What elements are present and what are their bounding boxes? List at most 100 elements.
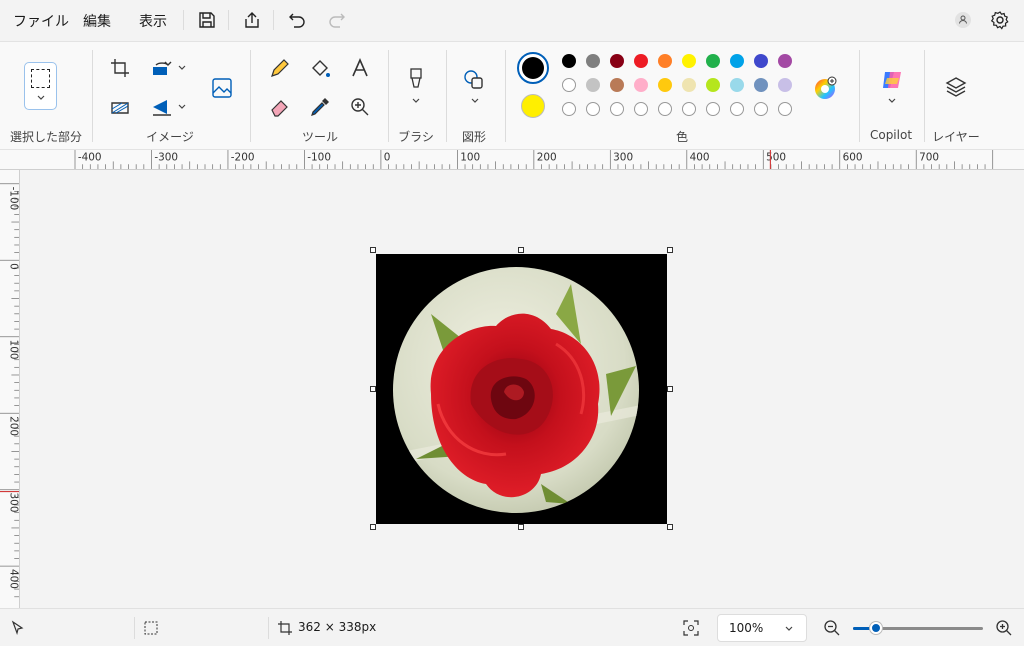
shapes-icon[interactable] <box>462 68 486 92</box>
magnifier-icon[interactable] <box>348 95 372 119</box>
color-swatch[interactable] <box>754 54 768 68</box>
color-swatch[interactable] <box>730 54 744 68</box>
color-swatch[interactable] <box>754 78 768 92</box>
resize-handle[interactable] <box>667 386 673 392</box>
chevron-down-icon <box>785 626 793 631</box>
resize-icon[interactable] <box>108 95 132 119</box>
zoom-out-icon[interactable] <box>823 619 841 637</box>
color-swatch[interactable] <box>610 78 624 92</box>
canvas-size-icon <box>278 621 292 635</box>
zoom-select[interactable]: 100% <box>717 614 807 642</box>
custom-color-slot[interactable] <box>610 102 624 116</box>
redo-icon[interactable] <box>327 10 347 30</box>
selection-size-icon <box>144 621 158 635</box>
color-swatch[interactable] <box>682 78 696 92</box>
undo-icon[interactable] <box>287 10 307 30</box>
resize-handle[interactable] <box>667 247 673 253</box>
group-label-tools: ツール <box>301 130 338 144</box>
custom-color-slot[interactable] <box>562 102 576 116</box>
color-swatch[interactable] <box>730 78 744 92</box>
resize-handle[interactable] <box>370 386 376 392</box>
selection-button[interactable] <box>24 62 57 110</box>
custom-color-slot[interactable] <box>658 102 672 116</box>
zoom-in-icon[interactable] <box>995 619 1013 637</box>
crop-icon[interactable] <box>108 56 132 80</box>
edit-colors-icon[interactable] <box>813 76 837 100</box>
zoom-slider[interactable] <box>853 622 983 634</box>
pencil-icon[interactable] <box>268 56 292 80</box>
primary-color-swatch <box>522 57 544 79</box>
custom-color-slot[interactable] <box>634 102 648 116</box>
custom-color-slot[interactable] <box>730 102 744 116</box>
color-swatch[interactable] <box>610 54 624 68</box>
divider <box>859 50 860 142</box>
color-swatch[interactable] <box>682 54 696 68</box>
rotate-icon[interactable] <box>150 56 174 80</box>
chevron-down-icon[interactable] <box>887 97 897 105</box>
color-swatch[interactable] <box>706 78 720 92</box>
color-swatch[interactable] <box>562 78 576 92</box>
custom-color-slot[interactable] <box>586 102 600 116</box>
zoom-slider-thumb[interactable] <box>870 622 883 634</box>
divider <box>388 50 389 142</box>
color-swatch[interactable] <box>634 54 648 68</box>
chevron-down-icon[interactable] <box>470 97 480 105</box>
color-swatch[interactable] <box>634 78 648 92</box>
divider <box>183 10 184 30</box>
ruler-label: 300 <box>7 493 19 513</box>
status-bar: 362 × 338px 100% <box>0 608 1024 646</box>
fill-bucket-icon[interactable] <box>308 56 332 80</box>
color-picker-icon[interactable] <box>308 95 332 119</box>
color-swatch[interactable] <box>586 78 600 92</box>
chevron-down-icon[interactable] <box>411 97 421 105</box>
layers-icon[interactable] <box>944 75 968 99</box>
divider <box>134 617 135 639</box>
color-swatch[interactable] <box>586 54 600 68</box>
brush-icon[interactable] <box>404 66 428 90</box>
resize-handle[interactable] <box>370 247 376 253</box>
color-swatch[interactable] <box>562 54 576 68</box>
save-icon[interactable] <box>197 10 217 30</box>
group-label-image: イメージ <box>146 130 194 144</box>
color-swatch[interactable] <box>706 54 720 68</box>
resize-handle[interactable] <box>370 524 376 530</box>
primary-color-ring[interactable] <box>517 52 549 84</box>
ruler-label: 600 <box>843 151 863 163</box>
image-canvas[interactable] <box>376 254 667 524</box>
color-swatch[interactable] <box>658 54 672 68</box>
copilot-icon[interactable] <box>880 68 904 92</box>
cursor-position-icon <box>11 620 24 636</box>
ruler-label: -400 <box>78 151 102 163</box>
menu-edit[interactable]: 編集 <box>83 11 111 31</box>
ruler-label: 200 <box>7 416 19 436</box>
settings-icon[interactable] <box>990 10 1010 30</box>
menu-view[interactable]: 表示 <box>139 11 167 31</box>
share-icon[interactable] <box>242 10 262 30</box>
ruler-label: 100 <box>7 340 19 360</box>
custom-color-slot[interactable] <box>682 102 696 116</box>
chevron-down-icon[interactable] <box>177 103 187 111</box>
menu-file[interactable]: ファイル <box>13 11 69 31</box>
chevron-down-icon[interactable] <box>177 64 187 72</box>
eraser-icon[interactable] <box>268 95 292 119</box>
flip-icon[interactable] <box>150 95 174 119</box>
custom-color-slot[interactable] <box>706 102 720 116</box>
ruler-label: -100 <box>307 151 331 163</box>
color-swatch[interactable] <box>778 54 792 68</box>
text-icon[interactable] <box>348 56 372 80</box>
custom-color-slot[interactable] <box>754 102 768 116</box>
resize-handle[interactable] <box>518 247 524 253</box>
canvas-area <box>21 171 1024 608</box>
secondary-color-swatch[interactable] <box>521 94 545 118</box>
color-swatch[interactable] <box>658 78 672 92</box>
resize-handle[interactable] <box>518 524 524 530</box>
ruler-label: 500 <box>766 151 786 163</box>
resize-handle[interactable] <box>667 524 673 530</box>
account-icon[interactable] <box>954 11 972 29</box>
color-swatch[interactable] <box>778 78 792 92</box>
fit-to-window-icon[interactable] <box>683 620 699 636</box>
custom-color-slot[interactable] <box>778 102 792 116</box>
group-label-colors: 色 <box>675 130 688 144</box>
remove-background-icon[interactable] <box>210 76 234 100</box>
chevron-down-icon <box>37 95 45 100</box>
